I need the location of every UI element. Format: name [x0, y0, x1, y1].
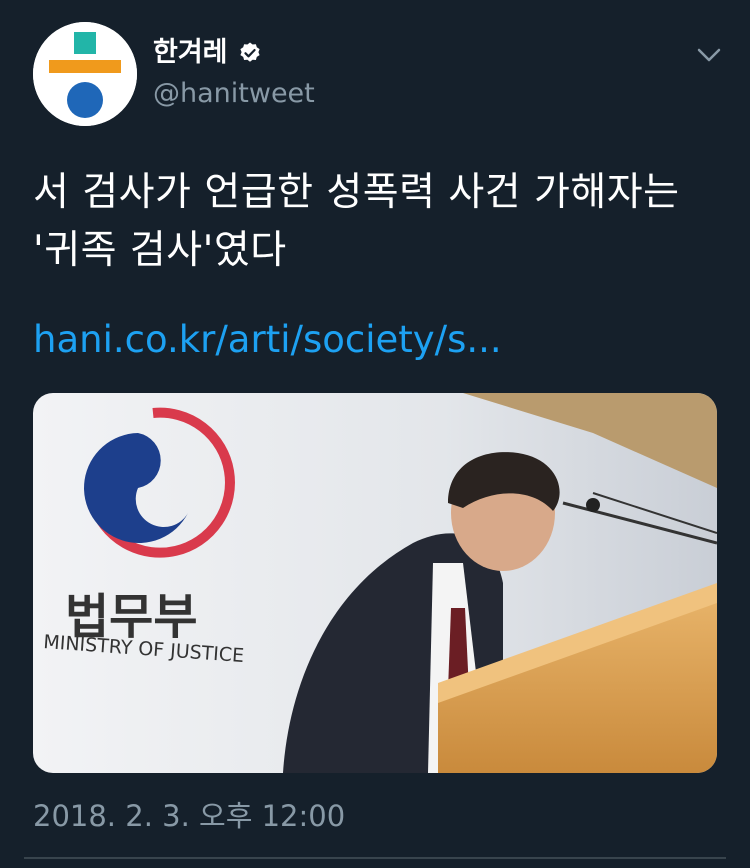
- press-conference-photo: 법무부 MINISTRY OF JUSTICE: [33, 393, 717, 773]
- tweet-text-line: '귀족 검사'였다: [33, 228, 287, 273]
- tweet-text-line: 서 검사가 언급한 성폭력 사건 가해자는: [33, 170, 680, 215]
- tweet-timestamp: 2018. 2. 3. 오후 12:00: [33, 799, 346, 833]
- avatar[interactable]: [33, 22, 137, 126]
- verified-badge-icon: [239, 42, 260, 62]
- article-link[interactable]: hani.co.kr/arti/society/s...: [33, 314, 502, 366]
- display-name[interactable]: 한겨레: [153, 36, 262, 70]
- display-name-text: 한겨레: [153, 37, 228, 68]
- chevron-down-icon[interactable]: [694, 40, 724, 70]
- tweet-text: 서 검사가 언급한 성폭력 사건 가해자는 '귀족 검사'였다: [33, 164, 723, 280]
- tweet-media-photo[interactable]: 법무부 MINISTRY OF JUSTICE: [33, 393, 717, 773]
- user-handle[interactable]: @hanitweet: [153, 77, 315, 111]
- divider: [24, 857, 726, 859]
- hankyoreh-logo-icon: [33, 22, 137, 126]
